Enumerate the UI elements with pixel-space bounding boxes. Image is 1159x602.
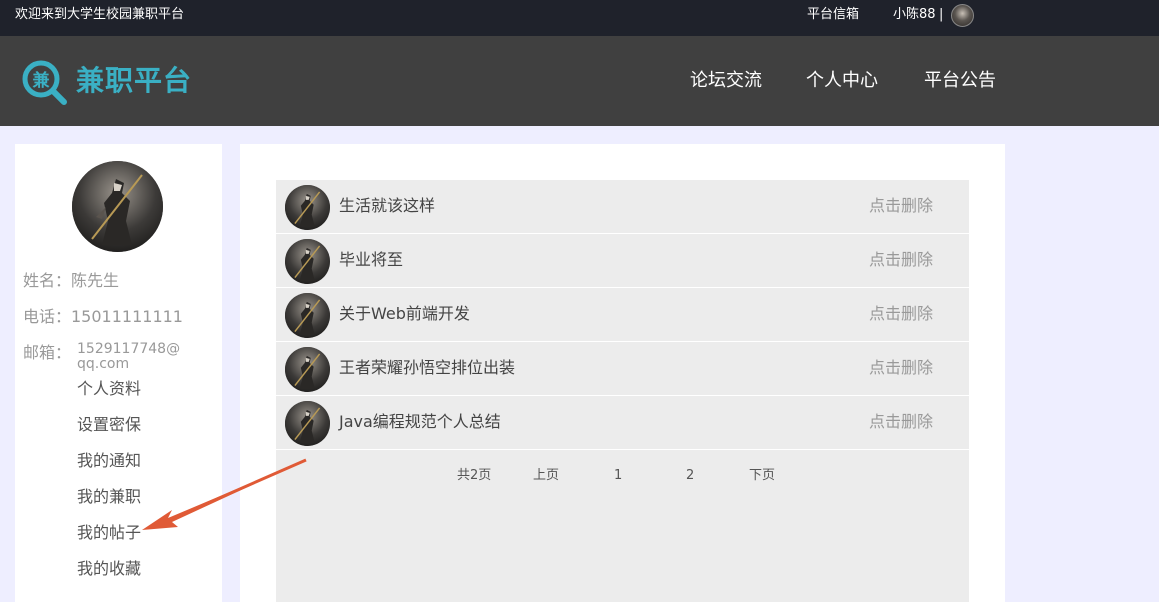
pager-total: 共2页 bbox=[457, 468, 492, 483]
username-link[interactable]: 小陈88 bbox=[893, 0, 936, 30]
delete-post-button[interactable]: 点击删除 bbox=[869, 288, 933, 340]
profile-sidebar: 姓名：陈先生 电话：15011111111 邮箱： 1529117748@qq.… bbox=[15, 144, 222, 602]
pager-page-1[interactable]: 1 bbox=[614, 466, 622, 486]
pager-prev[interactable]: 上页 bbox=[533, 466, 559, 486]
posts-list: 生活就该这样 点击删除 毕业将至 点击删除 关于Web前端开发 点击删除 王者荣… bbox=[276, 180, 969, 602]
post-title[interactable]: 生活就该这样 bbox=[339, 180, 435, 232]
messages-link[interactable]: 平台信箱 bbox=[807, 0, 859, 30]
post-avatar bbox=[285, 239, 330, 284]
delete-post-button[interactable]: 点击删除 bbox=[869, 396, 933, 448]
post-avatar bbox=[285, 347, 330, 392]
top-bar: 欢迎来到大学生校园兼职平台 平台信箱 小陈88 | bbox=[0, 0, 1159, 36]
post-row: 毕业将至 点击删除 bbox=[276, 234, 969, 288]
nav-announcements[interactable]: 平台公告 bbox=[924, 66, 996, 96]
menu-security[interactable]: 设置密保 bbox=[77, 414, 141, 436]
delete-post-button[interactable]: 点击删除 bbox=[869, 342, 933, 394]
user-avatar[interactable] bbox=[951, 4, 974, 27]
menu-my-posts[interactable]: 我的帖子 bbox=[77, 522, 141, 544]
profile-avatar bbox=[72, 161, 163, 252]
post-row: 生活就该这样 点击删除 bbox=[276, 180, 969, 234]
nav-personal-center[interactable]: 个人中心 bbox=[806, 66, 878, 96]
post-avatar bbox=[285, 401, 330, 446]
logo-search-icon: 兼 bbox=[22, 60, 67, 105]
profile-email-label: 邮箱： bbox=[23, 343, 72, 362]
nav-forum[interactable]: 论坛交流 bbox=[690, 66, 762, 96]
post-title[interactable]: 毕业将至 bbox=[339, 234, 403, 286]
delete-post-button[interactable]: 点击删除 bbox=[869, 180, 933, 232]
post-title[interactable]: Java编程规范个人总结 bbox=[339, 396, 501, 448]
post-title[interactable]: 关于Web前端开发 bbox=[339, 288, 470, 340]
header: 兼 兼职平台 论坛交流 个人中心 平台公告 bbox=[0, 36, 1159, 126]
post-row: 关于Web前端开发 点击删除 bbox=[276, 288, 969, 342]
menu-favorites[interactable]: 我的收藏 bbox=[77, 558, 141, 580]
post-avatar bbox=[285, 185, 330, 230]
profile-phone: 电话：15011111111 bbox=[23, 307, 183, 326]
menu-my-jobs[interactable]: 我的兼职 bbox=[77, 486, 141, 508]
post-row: Java编程规范个人总结 点击删除 bbox=[276, 396, 969, 450]
logo-char: 兼 bbox=[33, 70, 50, 91]
pager-next[interactable]: 下页 bbox=[749, 466, 775, 486]
logo-text: 兼职平台 bbox=[76, 64, 193, 97]
menu-notifications[interactable]: 我的通知 bbox=[77, 450, 141, 472]
main-content: 生活就该这样 点击删除 毕业将至 点击删除 关于Web前端开发 点击删除 王者荣… bbox=[240, 144, 1005, 602]
post-avatar bbox=[285, 293, 330, 338]
separator: | bbox=[939, 7, 944, 22]
profile-name: 姓名：陈先生 bbox=[23, 271, 120, 290]
menu-profile[interactable]: 个人资料 bbox=[77, 378, 141, 400]
post-title[interactable]: 王者荣耀孙悟空排位出装 bbox=[339, 342, 515, 394]
delete-post-button[interactable]: 点击删除 bbox=[869, 234, 933, 286]
post-row: 王者荣耀孙悟空排位出装 点击删除 bbox=[276, 342, 969, 396]
pager-page-2[interactable]: 2 bbox=[686, 466, 694, 486]
welcome-text: 欢迎来到大学生校园兼职平台 bbox=[15, 7, 185, 22]
profile-email-value: 1529117748@qq.com bbox=[77, 341, 181, 372]
